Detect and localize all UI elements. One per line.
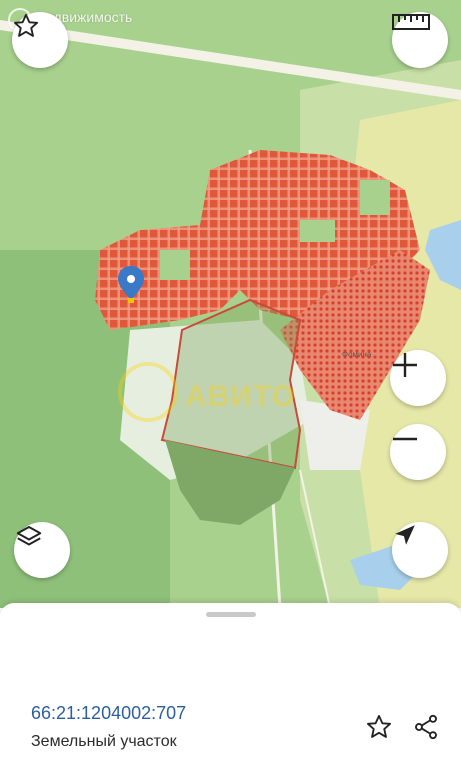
map-view[interactable]: Недвижимость АВИТО Фомина [0,0,461,608]
navigation-arrow-icon [395,525,415,545]
center-watermark: АВИТО [185,380,296,413]
minus-icon [393,437,417,441]
favorite-button[interactable] [12,12,68,68]
layers-icon [16,526,42,546]
cadastral-number[interactable]: 66:21:1204002:707 [31,703,186,724]
sheet-drag-handle[interactable] [206,612,256,617]
plus-icon [393,353,417,377]
zoom-in-button[interactable] [390,350,446,406]
locate-button[interactable] [392,522,448,578]
star-outline-icon [366,714,392,738]
share-button[interactable] [410,711,442,743]
ruler-icon [392,14,430,30]
share-icon [415,714,437,740]
center-watermark-logo-icon [118,362,178,422]
place-label: Фомина [342,350,372,359]
map-canvas [0,0,461,608]
object-type-label: Земельный участок [31,733,177,750]
bottom-sheet[interactable]: 66:21:1204002:707 Земельный участок [0,603,461,768]
sheet-favorite-button[interactable] [363,711,395,743]
layers-button[interactable] [14,522,70,578]
zoom-out-button[interactable] [390,424,446,480]
star-outline-icon [13,13,39,37]
ruler-button[interactable] [392,12,448,68]
